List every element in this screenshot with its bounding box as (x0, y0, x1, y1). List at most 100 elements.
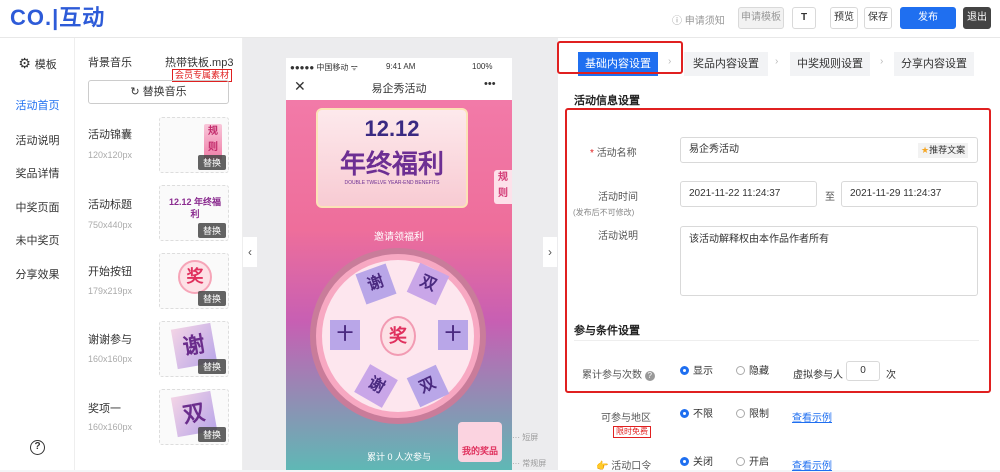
region-label: 可参与地区 (601, 413, 651, 424)
chevron-right-icon: › (775, 56, 779, 67)
refresh-icon: ↻ (130, 86, 143, 98)
asset-panel: 背景音乐 热带铁板.mp3 会员专属素材 ↻ 替换音乐 活动锦囊 120x120… (75, 38, 243, 470)
step-share[interactable]: 分享内容设置 (894, 52, 974, 76)
asset-label: 谢谢参与 (88, 334, 132, 346)
template-icon: ⚙ (18, 55, 35, 71)
phone-preview: ●●●●● 中国移动 ᯤ 9:41 AM 100% ✕ 易企秀活动 ••• 12… (286, 58, 512, 470)
invite-text: 邀请领福利 (374, 232, 424, 243)
asset-thumb-prize1[interactable]: 双 替换 (159, 389, 229, 445)
nav-item-share[interactable]: 分享效果 (0, 266, 75, 282)
bgm-file: 热带铁板.mp3 (165, 57, 234, 69)
prize-wheel: 谢 双 十 十 谢 双 奖 (310, 248, 486, 424)
asset-thumb-thanks[interactable]: 谢 替换 (159, 321, 229, 377)
virtual-count-input[interactable]: 0 (846, 361, 880, 381)
nav-item-description[interactable]: 活动说明 (0, 132, 75, 148)
nav-item-home[interactable]: 活动首页 (0, 97, 75, 113)
save-button[interactable]: 保存 (864, 7, 892, 29)
preview-button[interactable]: 预览 (830, 7, 858, 29)
nav-template[interactable]: ⚙ 模板 (0, 55, 75, 72)
chevron-right-icon[interactable]: › (543, 237, 557, 267)
asset-label: 活动锦囊 (88, 129, 132, 141)
radio-hide[interactable]: 隐藏 (736, 366, 769, 378)
replace-button[interactable]: 替换 (197, 155, 226, 170)
banner-title: 年终福利 (339, 149, 444, 179)
step-win-rules[interactable]: 中奖规则设置 (790, 52, 870, 76)
banner-date: 12.12 (364, 116, 420, 141)
virtual-label: 虚拟参与人 (793, 370, 843, 381)
chevron-right-icon: › (880, 56, 884, 67)
text-template-icon[interactable]: T (792, 7, 816, 29)
my-prizes-button[interactable]: 我的奖品 (458, 422, 502, 462)
free-badge: 限时免费 (613, 426, 651, 438)
chevron-left-icon[interactable]: ‹ (243, 237, 257, 267)
time-label: 活动时间 (598, 192, 638, 203)
carrier-text: ●●●●● 中国移动 ᯤ (290, 63, 358, 72)
start-button[interactable]: 奖 (380, 316, 416, 356)
end-time-input[interactable]: 2021-11-29 11:24:37 (841, 181, 978, 207)
replace-button[interactable]: 替换 (197, 359, 226, 374)
thumb-text: 奖 (178, 260, 212, 294)
asset-size: 160x160px (88, 422, 133, 432)
start-time-input[interactable]: 2021-11-22 11:24:37 (680, 181, 817, 207)
bgm-label: 背景音乐 (88, 57, 132, 69)
asset-size: 120x120px (88, 150, 133, 160)
replace-button[interactable]: 替换 (197, 427, 226, 442)
star-icon: ★ (921, 145, 930, 155)
more-icon[interactable]: ••• (484, 78, 496, 90)
radio-off[interactable]: 关闭 (680, 457, 713, 469)
apply-template-button[interactable]: 申请模板 (738, 7, 784, 29)
recommend-copy-button[interactable]: ★推荐文案 (918, 143, 969, 158)
left-nav: ⚙ 模板 活动首页 活动说明 奖品详情 中奖页面 未中奖页 分享效果 ? (0, 38, 75, 470)
wheel-slot: 十 (438, 320, 468, 350)
radio-on[interactable]: 开启 (736, 457, 769, 469)
replace-button[interactable]: 替换 (197, 291, 226, 306)
question-icon[interactable]: ? (644, 371, 655, 381)
asset-thumb-tips[interactable]: 规则 替换 (159, 117, 229, 173)
asset-label: 活动标题 (88, 199, 132, 211)
asset-label: 奖项一 (88, 403, 121, 415)
divider (574, 340, 979, 341)
rules-tab[interactable]: 规则 (494, 170, 512, 204)
name-label: * 活动名称 (590, 148, 637, 159)
radio-show[interactable]: 显示 (680, 366, 713, 378)
logo[interactable]: CO.|互动 (10, 5, 105, 31)
virtual-unit: 次 (886, 370, 896, 381)
count-label: 累计参与次数 ? (582, 366, 655, 381)
section-participation: 参与条件设置 (574, 325, 640, 337)
apply-note-link[interactable]: ⓘ 申请须知 (672, 12, 725, 27)
top-bar: CO.|互动 ⓘ 申请须知 申请模板 T 预览 保存 发布 退出 (0, 0, 1000, 38)
view-example-link[interactable]: 查看示例 (792, 409, 832, 424)
title-banner: 12.12 年终福利 DOUBLE TWELVE YEAR-END BENEFI… (316, 108, 468, 208)
replace-music-button[interactable]: ↻ 替换音乐 (88, 80, 229, 104)
activity-canvas: 12.12 年终福利 DOUBLE TWELVE YEAR-END BENEFI… (286, 100, 512, 470)
phone-title: 易企秀活动 (371, 83, 427, 95)
asset-size: 750x440px (88, 220, 133, 230)
banner-subtitle: DOUBLE TWELVE YEAR-END BENEFITS (344, 180, 440, 186)
highlight-box-steps (557, 41, 683, 74)
radio-unlimited[interactable]: 不限 (680, 409, 713, 421)
asset-thumb-start[interactable]: 奖 替换 (159, 253, 229, 309)
short-screen-marker: ··· 短屏 (512, 433, 539, 442)
step-prize[interactable]: 奖品内容设置 (684, 52, 768, 76)
desc-label: 活动说明 (598, 231, 638, 242)
exit-button[interactable]: 退出 (963, 7, 991, 29)
wheel-slot: 十 (330, 320, 360, 350)
asset-size: 160x160px (88, 354, 133, 364)
asset-size: 179x219px (88, 286, 133, 296)
status-bar: ●●●●● 中国移动 ᯤ 9:41 AM 100% (286, 58, 512, 76)
help-icon[interactable]: ? (30, 440, 45, 455)
description-textarea[interactable]: 该活动解释权由本作品作者所有 (680, 226, 978, 296)
help-circle-icon: ⓘ (672, 16, 685, 27)
nav-item-lose-page[interactable]: 未中奖页 (0, 232, 75, 248)
nav-item-prize-details[interactable]: 奖品详情 (0, 165, 75, 181)
section-activity-info: 活动信息设置 (574, 95, 640, 107)
battery-text: 100% (472, 62, 493, 71)
replace-button[interactable]: 替换 (197, 223, 226, 238)
normal-screen-marker: ··· 常规屏 (512, 459, 547, 468)
nav-item-win-page[interactable]: 中奖页面 (0, 199, 75, 215)
hand-icon: 👉 (596, 461, 609, 472)
publish-button[interactable]: 发布 (900, 7, 956, 29)
to-label: 至 (825, 192, 835, 203)
asset-thumb-title[interactable]: 12.12 年终福利 替换 (159, 185, 229, 241)
radio-limited[interactable]: 限制 (736, 409, 769, 421)
